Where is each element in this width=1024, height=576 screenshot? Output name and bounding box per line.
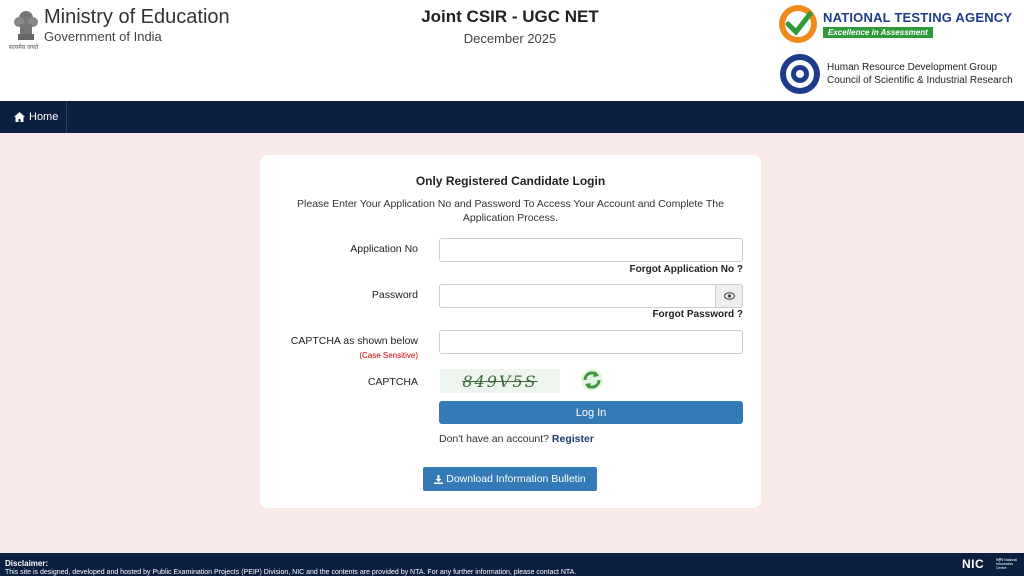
nta-logo-icon [779,5,817,43]
home-icon [14,112,25,122]
captcha-image: 849V5S [440,369,560,393]
password-label: Password [371,289,418,301]
nta-name: NATIONAL TESTING AGENCY [823,10,1013,25]
nic-logo: NIC [962,557,985,571]
emblem-caption: सत्यमेव जयते [9,45,39,51]
exam-title: Joint CSIR - UGC NET [421,7,599,26]
disclaimer-title: Disclaimer: [5,559,49,568]
exam-session: December 2025 [463,31,557,46]
site-header: सत्यमेव जयते Ministry of Education Gover… [0,0,1024,101]
main-navbar: Home [0,101,1024,133]
disclaimer-text: This site is designed, developed and hos… [5,569,577,576]
login-card: Only Registered Candidate Login Please E… [260,155,761,508]
refresh-captcha-icon[interactable] [580,368,604,392]
ministry-title: Ministry of Education [44,6,230,28]
password-input[interactable] [439,284,716,308]
no-account-text: Don't have an account? [439,433,549,445]
captcha-input[interactable] [439,330,743,354]
application-no-label: Application No [350,243,418,255]
eye-icon [723,292,735,300]
login-description: Please Enter Your Application No and Pas… [297,198,724,224]
nta-tagline: Excellence in Assessment [823,27,933,38]
login-title: Only Registered Candidate Login [415,174,606,188]
csir-council-name: Council of Scientific & Industrial Resea… [827,75,1013,86]
forgot-password-link[interactable]: Forgot Password ? [652,309,743,320]
application-no-input[interactable] [439,238,743,262]
csir-group-name: Human Resource Development Group [827,62,998,73]
forgot-application-no-link[interactable]: Forgot Application No ? [629,264,743,275]
login-button[interactable]: Log In [439,401,743,424]
nav-home-label: Home [29,111,59,123]
register-link[interactable]: Register [552,433,594,445]
toggle-password-visibility-button[interactable] [715,284,743,308]
ministry-subtitle: Government of India [44,29,162,44]
download-bulletin-label: Download Information Bulletin [446,473,586,485]
case-sensitive-note: (Case Sensitive) [359,351,418,360]
download-icon [434,474,444,484]
csir-logo-icon [780,54,820,94]
captcha-input-label: CAPTCHA as shown below [290,335,418,347]
download-bulletin-button[interactable]: Download Information Bulletin [423,467,597,491]
site-footer: Disclaimer: This site is designed, devel… [0,553,1024,576]
nav-home-link[interactable]: Home [0,101,68,133]
captcha-label: CAPTCHA [367,376,418,388]
nic-caption: राष्ट्रीय National Informatics Centre [996,558,1018,570]
no-account-row: Don't have an account? Register [439,433,594,445]
